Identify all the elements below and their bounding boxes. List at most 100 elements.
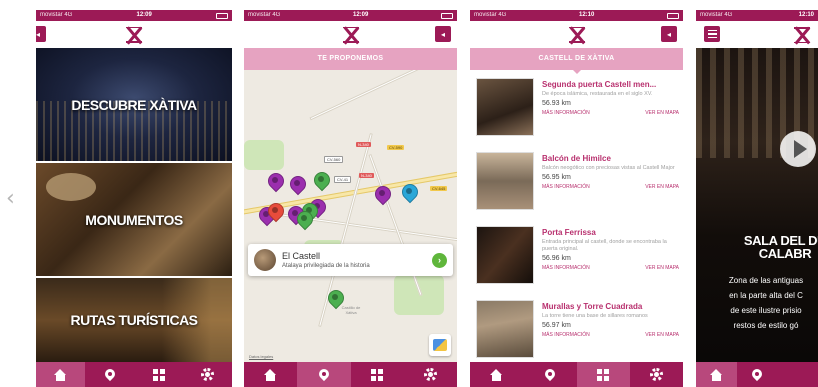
carrier-label: movistar 4G (700, 12, 733, 18)
more-info-link[interactable]: MÁS INFORMACIÓN (542, 184, 590, 190)
carrier-label: movistar 4G (248, 12, 281, 18)
caption-line: restos de estilo gó (733, 321, 799, 330)
back-button[interactable]: ◂ (435, 26, 451, 42)
chevron-right-icon[interactable]: › (432, 252, 447, 268)
video-title: SALA DEL DU CALABR (730, 234, 818, 260)
map-pin-icon (752, 369, 762, 381)
tab-grid[interactable] (351, 362, 404, 387)
map-marker[interactable] (268, 173, 282, 189)
video-player[interactable]: SALA DEL DU CALABR Zona de las antiguas … (696, 48, 818, 362)
map-marker[interactable] (402, 184, 416, 200)
tab-grid[interactable] (134, 362, 183, 387)
xativa-logo-icon (341, 26, 361, 44)
map-pin-icon (105, 369, 115, 381)
poi-thumbnail (476, 226, 534, 284)
view-on-map-link[interactable]: VER EN MAPA (645, 332, 679, 338)
legal-link[interactable]: Datos legales (249, 354, 273, 359)
carousel-prev-icon[interactable]: ‹ (6, 188, 22, 210)
home-icon (54, 368, 67, 381)
time-label: 12:10 (578, 12, 595, 18)
tile-label: MONUMENTOS (85, 211, 183, 228)
tab-home[interactable] (696, 362, 737, 387)
map-place-label: Castillo de Xàtiva (341, 305, 361, 315)
tile-rutas-turisticas[interactable]: RUTAS TURÍSTICAS (36, 278, 232, 362)
tab-map[interactable] (737, 362, 778, 387)
poi-info-card[interactable]: El Castell Atalaya privilegiada de la hi… (248, 244, 453, 276)
tab-home[interactable] (244, 362, 297, 387)
poi-title: Balcón de Himilce (542, 154, 611, 163)
tile-monumentos[interactable]: MONUMENTOS (36, 163, 232, 276)
xativa-logo-icon (567, 26, 587, 44)
map-marker[interactable] (314, 172, 328, 188)
phone-map-screen: movistar 4G 12:09 ◂ TE PROPONEMOS CV-560… (244, 10, 457, 387)
top-bar: ◂ (470, 21, 683, 48)
more-info-link[interactable]: MÁS INFORMACIÓN (542, 110, 590, 116)
poi-list: Segunda puerta Castell men... De época i… (470, 70, 683, 362)
view-on-map-link[interactable]: VER EN MAPA (645, 184, 679, 190)
poi-description: De época islámica, restaurada en el sigl… (542, 91, 653, 97)
map-marker[interactable] (297, 211, 311, 227)
time-label: 12:09 (352, 12, 369, 18)
status-bar: movistar 4G 12:09 (36, 10, 232, 21)
tab-settings[interactable] (630, 362, 683, 387)
poi-subtitle: Atalaya privilegiada de la historia (282, 263, 370, 269)
road-label: CV-560 (324, 156, 344, 163)
road-label: N-340 (356, 142, 371, 147)
tile-label: RUTAS TURÍSTICAS (70, 312, 198, 328)
tab-home[interactable] (470, 362, 523, 387)
top-bar: ◂ (244, 21, 457, 48)
map-marker[interactable] (268, 203, 282, 219)
list-item[interactable]: Balcón de Himilce Balcón neogótico con p… (476, 152, 679, 218)
battery-icon (215, 12, 228, 19)
gear-icon (201, 368, 214, 381)
poi-thumbnail (476, 152, 534, 210)
poi-description: Balcón neogótico con preciosas vistas al… (542, 165, 675, 171)
more-info-link[interactable]: MÁS INFORMACIÓN (542, 332, 590, 338)
home-icon (490, 368, 503, 381)
play-icon[interactable] (780, 131, 816, 167)
tab-settings[interactable] (183, 362, 232, 387)
road-label: N-340 (359, 173, 374, 178)
map-view[interactable]: CV-560 N-340 CV-590 N-340 CV-41 CV-645 C… (244, 70, 457, 362)
view-on-map-link[interactable]: VER EN MAPA (645, 265, 679, 271)
view-on-map-link[interactable]: VER EN MAPA (645, 110, 679, 116)
poi-thumbnail (476, 78, 534, 136)
list-item[interactable]: Porta Ferrissa Entrada principal al cast… (476, 226, 679, 292)
tab-map[interactable] (523, 362, 576, 387)
list-item[interactable]: Murallas y Torre Cuadrada La torre tiene… (476, 300, 679, 362)
poi-distance: 56.97 km (542, 322, 571, 329)
map-marker[interactable] (290, 176, 304, 192)
back-button[interactable]: ◂ (661, 26, 677, 42)
back-button[interactable]: ◂ (36, 26, 46, 42)
time-label: 12:09 (136, 12, 152, 18)
more-info-link[interactable]: MÁS INFORMACIÓN (542, 265, 590, 271)
status-bar: movistar 4G 12:09 (244, 10, 457, 21)
tab-home[interactable] (36, 362, 85, 387)
list-item[interactable]: Segunda puerta Castell men... De época i… (476, 78, 679, 144)
phone-home-screen: movistar 4G 12:09 ◂ DESCUBRE XÀTIVA MONU… (36, 10, 232, 387)
carrier-label: movistar 4G (474, 12, 507, 18)
poi-title: El Castell (282, 251, 321, 261)
map-pin-icon (319, 369, 329, 381)
poi-description: La torre tiene una base de sillares roma… (542, 313, 648, 319)
home-icon (709, 368, 723, 381)
poi-title: Murallas y Torre Cuadrada (542, 302, 643, 311)
tab-grid[interactable] (576, 362, 630, 387)
tab-grid[interactable] (777, 362, 818, 387)
time-label: 12:10 (798, 12, 814, 18)
xativa-logo-icon (124, 26, 144, 44)
video-caption: Zona de las antiguas en la parte alta de… (706, 273, 818, 333)
map-marker[interactable] (328, 290, 342, 306)
tile-descubre-xativa[interactable]: DESCUBRE XÀTIVA (36, 48, 232, 161)
tab-map[interactable] (297, 362, 351, 387)
road-label: CV-590 (387, 145, 405, 150)
map-marker[interactable] (375, 186, 389, 202)
directions-button[interactable] (429, 334, 451, 356)
poi-distance: 56.93 km (542, 100, 571, 107)
menu-button[interactable] (704, 26, 720, 42)
caption-line: Zona de las antiguas (728, 276, 804, 285)
tab-map[interactable] (85, 362, 134, 387)
tab-settings[interactable] (404, 362, 457, 387)
top-bar (696, 21, 818, 48)
poi-title: Porta Ferrissa (542, 228, 596, 237)
